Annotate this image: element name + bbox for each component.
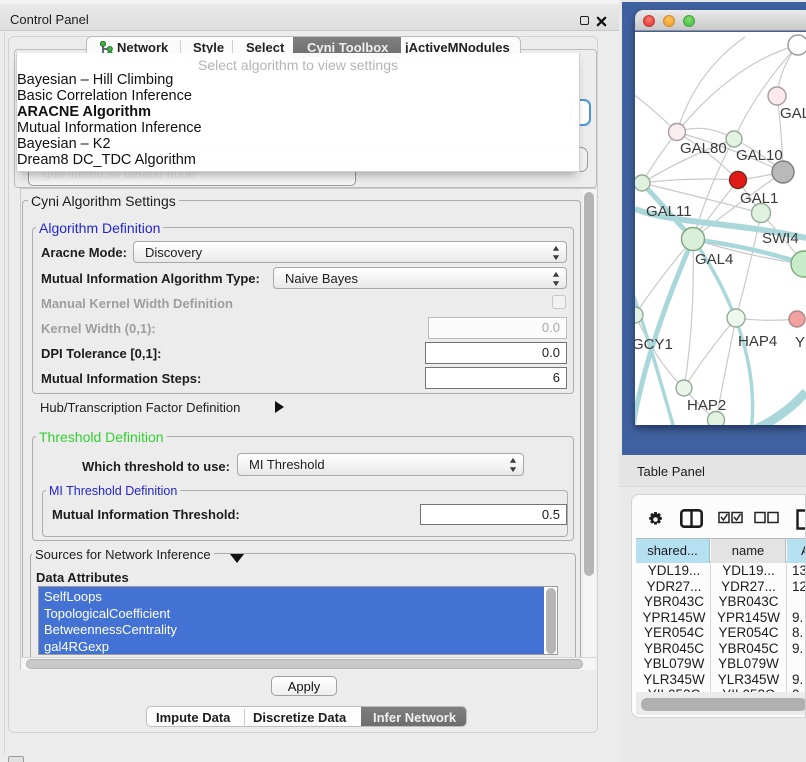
svg-text:GCY1: GCY1 — [635, 336, 673, 353]
svg-text:HAP2: HAP2 — [687, 397, 726, 414]
svg-text:GAL4: GAL4 — [695, 251, 733, 268]
svg-text:GAL80: GAL80 — [680, 140, 727, 157]
svg-text:GAL1: GAL1 — [740, 190, 778, 207]
svg-text:GAL2: GAL2 — [780, 105, 806, 122]
svg-text:GAL11: GAL11 — [646, 203, 692, 220]
svg-text:SWI4: SWI4 — [762, 230, 799, 247]
svg-text:HAP4: HAP4 — [738, 333, 777, 350]
svg-text:GAL10: GAL10 — [736, 147, 783, 164]
svg-text:YM: YM — [795, 334, 806, 351]
